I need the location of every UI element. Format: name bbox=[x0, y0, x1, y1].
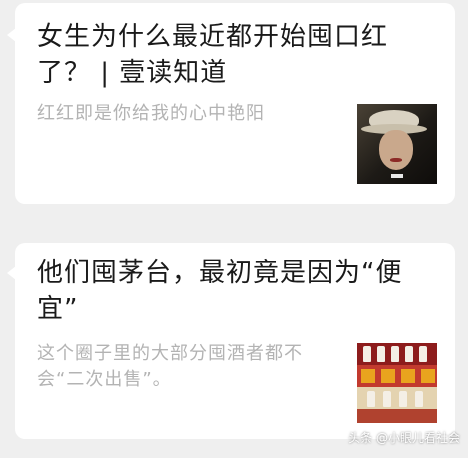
box-shape bbox=[401, 369, 415, 383]
box-shape bbox=[361, 369, 375, 383]
face-shape bbox=[379, 130, 413, 170]
watermark-text: 头条 @小眼儿看社会 bbox=[348, 431, 460, 445]
bottle-shape bbox=[405, 346, 413, 362]
article-summary: 这个圈子里的大部分囤酒者都不会“二次出售”。 bbox=[37, 343, 303, 390]
article-card[interactable]: 他们囤茅台，最初竟是因为“便宜” 这个圈子里的大部分囤酒者都不会“二次出售”。 bbox=[15, 243, 455, 439]
shelf-row bbox=[357, 409, 437, 423]
article-summary: 红红即是你给我的心中艳阳 bbox=[37, 103, 265, 124]
bottle-shape bbox=[419, 346, 427, 362]
bottle-shape bbox=[367, 391, 375, 407]
article-title[interactable]: 女生为什么最近都开始囤口红了？ | 壹读知道 bbox=[37, 19, 437, 91]
box-shape bbox=[421, 369, 435, 383]
article-card[interactable]: 女生为什么最近都开始囤口红了？ | 壹读知道 红红即是你给我的心中艳阳 bbox=[15, 3, 455, 204]
article-thumbnail[interactable] bbox=[357, 104, 437, 184]
bottle-shape bbox=[399, 391, 407, 407]
article-thumbnail[interactable] bbox=[357, 343, 437, 423]
bottle-shape bbox=[383, 391, 391, 407]
bottle-shape bbox=[415, 391, 423, 407]
bottle-shape bbox=[391, 346, 399, 362]
red-lips-shape bbox=[390, 158, 402, 162]
box-shape bbox=[381, 369, 395, 383]
bottle-shape bbox=[377, 346, 385, 362]
subtitle-bar bbox=[391, 174, 403, 178]
bottle-shape bbox=[363, 346, 371, 362]
article-title[interactable]: 他们囤茅台，最初竟是因为“便宜” bbox=[37, 255, 437, 327]
